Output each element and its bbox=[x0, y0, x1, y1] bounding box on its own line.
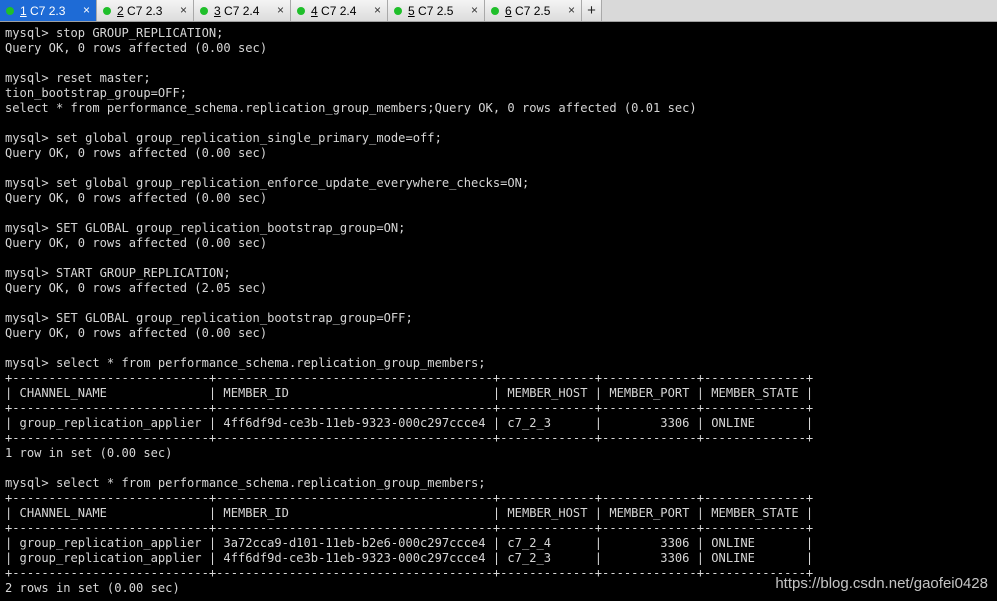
terminal-output[interactable]: mysql> stop GROUP_REPLICATION; Query OK, … bbox=[0, 26, 997, 601]
terminal-line: mysql> SET GLOBAL group_replication_boot… bbox=[5, 221, 406, 235]
tab-label: 3 C7 2.4 bbox=[214, 3, 260, 18]
session-tab-bar: 1 C7 2.3 × 2 C7 2.3 × 3 C7 2.4 × 4 C7 2.… bbox=[0, 0, 997, 22]
terminal-line: Query OK, 0 rows affected (0.00 sec) bbox=[5, 326, 268, 340]
tab-label: 4 C7 2.4 bbox=[311, 3, 357, 18]
terminal-line: select * from performance_schema.replica… bbox=[5, 101, 697, 115]
close-icon[interactable]: × bbox=[180, 4, 187, 16]
terminal-line: +---------------------------+-----------… bbox=[5, 371, 814, 385]
terminal-line: Query OK, 0 rows affected (0.00 sec) bbox=[5, 41, 268, 55]
close-icon[interactable]: × bbox=[568, 4, 575, 16]
terminal-line: +---------------------------+-----------… bbox=[5, 491, 814, 505]
session-tab-4[interactable]: 4 C7 2.4 × bbox=[291, 0, 388, 21]
terminal-line: mysql> set global group_replication_sing… bbox=[5, 131, 442, 145]
terminal-line: | group_replication_applier | 4ff6df9d-c… bbox=[5, 551, 814, 565]
terminal-line: mysql> START GROUP_REPLICATION; bbox=[5, 266, 231, 280]
tab-label: 5 C7 2.5 bbox=[408, 3, 454, 18]
terminal-line: +---------------------------+-----------… bbox=[5, 401, 814, 415]
connected-status-icon bbox=[297, 6, 305, 15]
terminal-line: Query OK, 0 rows affected (2.05 sec) bbox=[5, 281, 268, 295]
terminal-line: mysql> select * from performance_schema.… bbox=[5, 476, 486, 490]
connected-status-icon bbox=[200, 6, 208, 15]
tab-label: 2 C7 2.3 bbox=[117, 3, 163, 18]
connected-status-icon bbox=[394, 6, 402, 15]
plus-icon: + bbox=[587, 2, 596, 19]
terminal-line: | group_replication_applier | 3a72cca9-d… bbox=[5, 536, 814, 550]
session-tab-3[interactable]: 3 C7 2.4 × bbox=[194, 0, 291, 21]
session-tab-1[interactable]: 1 C7 2.3 × bbox=[0, 0, 97, 21]
terminal-line: mysql> select * from performance_schema.… bbox=[5, 356, 486, 370]
session-tab-6[interactable]: 6 C7 2.5 × bbox=[485, 0, 582, 21]
close-icon[interactable]: × bbox=[83, 4, 90, 16]
terminal-line: mysql> reset master; bbox=[5, 71, 151, 85]
terminal-line: +---------------------------+-----------… bbox=[5, 521, 814, 535]
connected-status-icon bbox=[6, 6, 14, 15]
close-icon[interactable]: × bbox=[277, 4, 284, 16]
tab-label: 6 C7 2.5 bbox=[505, 3, 551, 18]
terminal-line: Query OK, 0 rows affected (0.00 sec) bbox=[5, 191, 268, 205]
new-tab-button[interactable]: + bbox=[582, 0, 602, 21]
close-icon[interactable]: × bbox=[374, 4, 381, 16]
terminal-line: | group_replication_applier | 4ff6df9d-c… bbox=[5, 416, 814, 430]
terminal-line: +---------------------------+-----------… bbox=[5, 431, 814, 445]
terminal-line: Query OK, 0 rows affected (0.00 sec) bbox=[5, 146, 268, 160]
terminal-line: mysql> set global group_replication_enfo… bbox=[5, 176, 530, 190]
close-icon[interactable]: × bbox=[471, 4, 478, 16]
terminal-line: Query OK, 0 rows affected (0.00 sec) bbox=[5, 236, 268, 250]
tab-label: 1 C7 2.3 bbox=[20, 3, 66, 18]
session-tab-5[interactable]: 5 C7 2.5 × bbox=[388, 0, 485, 21]
connected-status-icon bbox=[491, 6, 499, 15]
terminal-line: tion_bootstrap_group=OFF; bbox=[5, 86, 188, 100]
terminal-line: | CHANNEL_NAME | MEMBER_ID | MEMBER_HOST… bbox=[5, 386, 814, 400]
terminal-line: mysql> stop GROUP_REPLICATION; bbox=[5, 26, 224, 40]
watermark: https://blog.csdn.net/gaofei0428 bbox=[775, 575, 988, 592]
terminal-line: | CHANNEL_NAME | MEMBER_ID | MEMBER_HOST… bbox=[5, 506, 814, 520]
terminal-line: mysql> SET GLOBAL group_replication_boot… bbox=[5, 311, 413, 325]
session-tab-2[interactable]: 2 C7 2.3 × bbox=[97, 0, 194, 21]
terminal-line: 1 row in set (0.00 sec) bbox=[5, 446, 173, 460]
connected-status-icon bbox=[103, 6, 111, 15]
